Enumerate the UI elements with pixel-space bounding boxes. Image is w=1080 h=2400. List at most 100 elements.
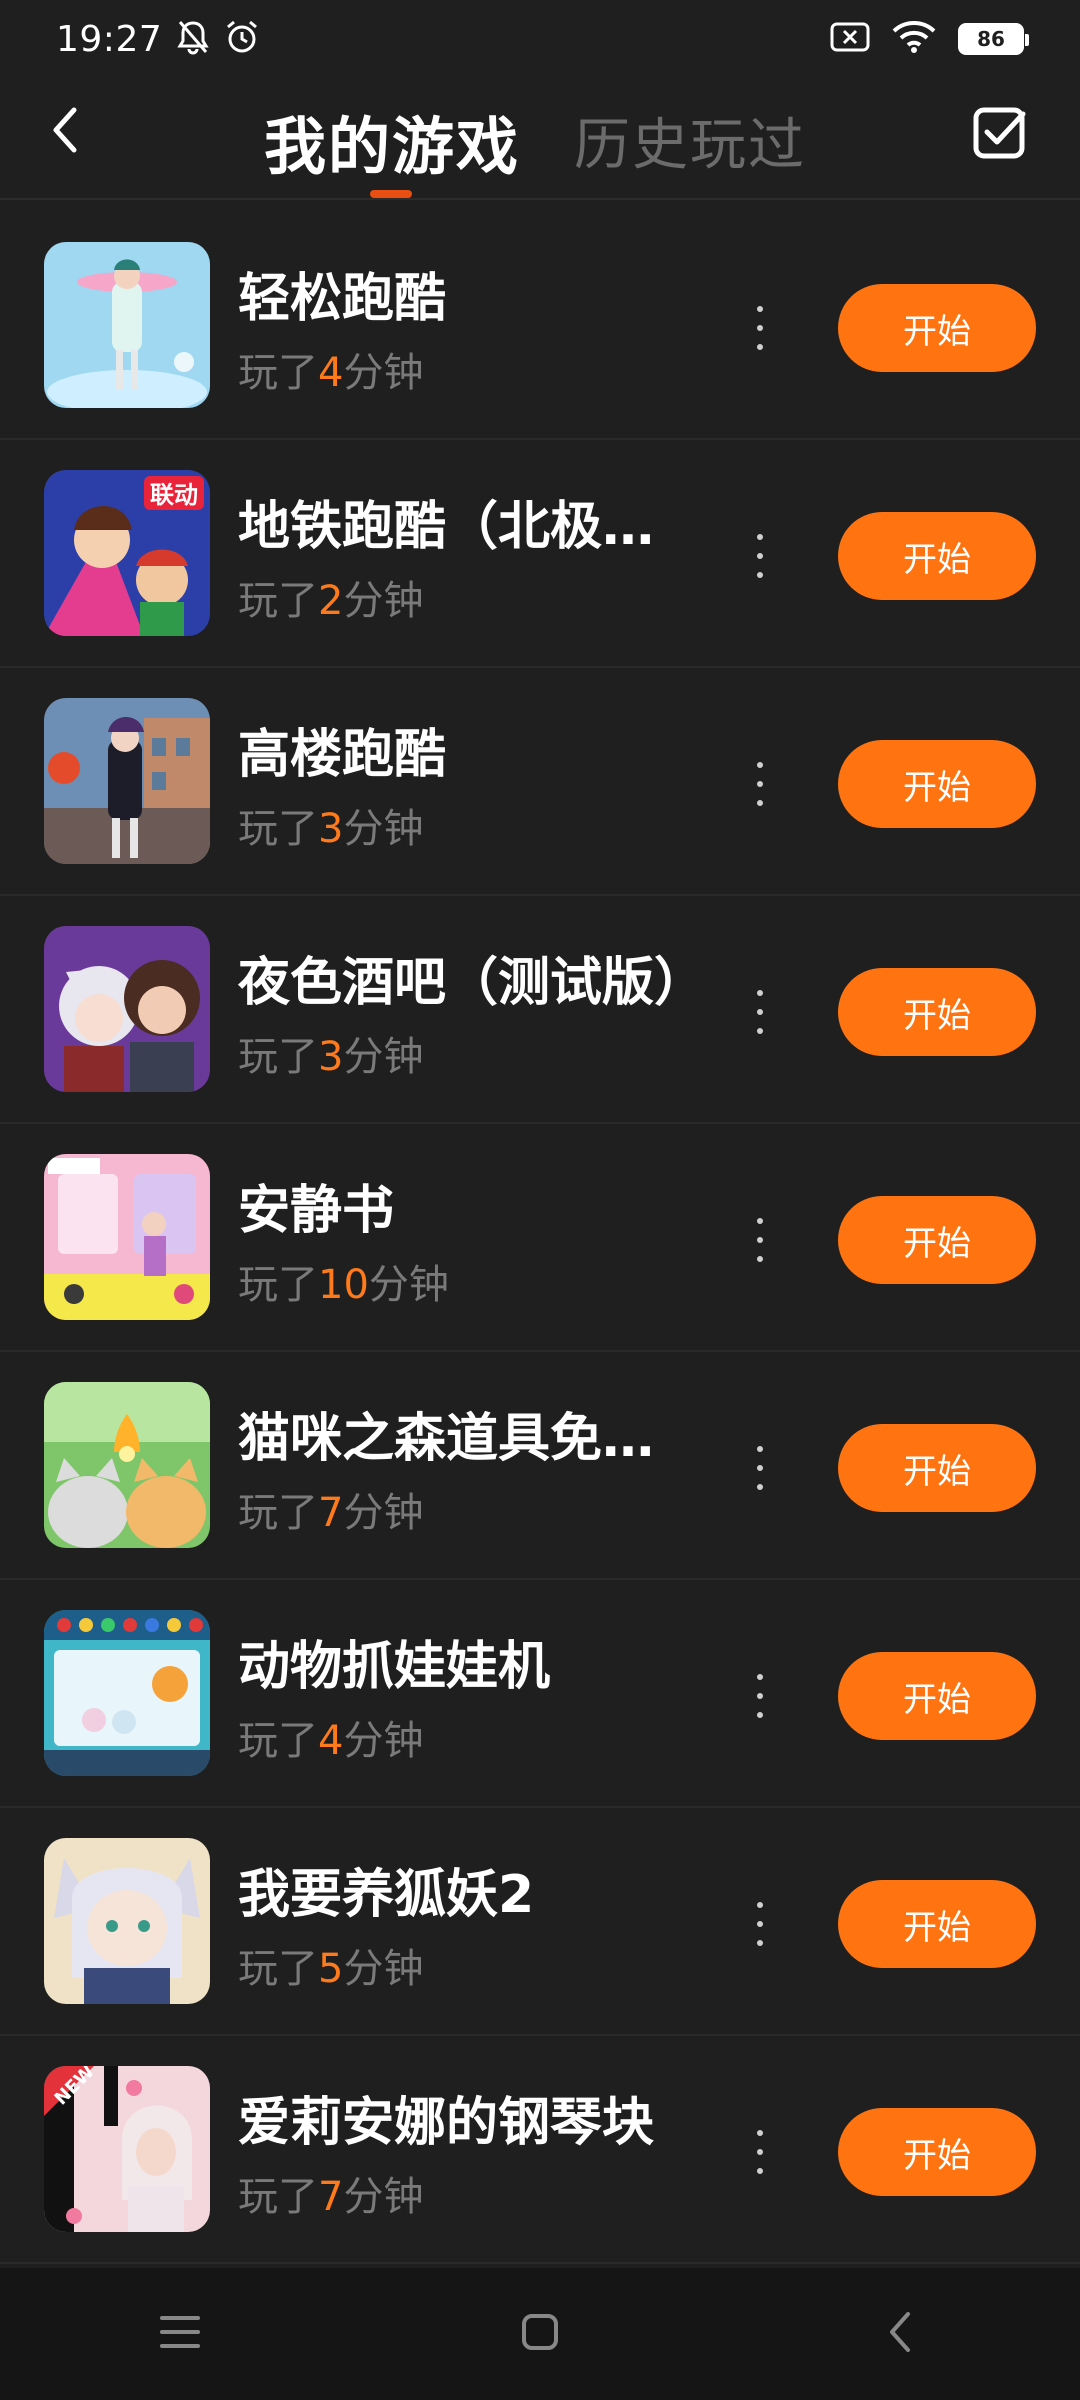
play-time: 玩了4分钟 [238,1708,423,1766]
play-time-prefix: 玩了 [238,350,318,396]
play-time-minutes: 7 [318,2174,344,2220]
play-time-minutes: 3 [318,1034,344,1080]
game-title: 我要养狐妖2 [238,1865,535,1925]
more-options-icon[interactable] [748,1674,772,1718]
more-options-icon[interactable] [748,762,772,806]
game-thumbnail[interactable]: 联动 [44,470,210,636]
game-row[interactable]: 动物抓娃娃机 玩了4分钟 开始 [0,1580,1080,1808]
more-options-icon[interactable] [748,2130,772,2174]
sim-off-icon [830,21,870,57]
play-time-minutes: 5 [318,1946,344,1992]
play-time-prefix: 玩了 [238,2174,318,2220]
alarm-icon [224,19,260,59]
status-time: 19:27 [56,18,163,60]
play-time-minutes: 3 [318,806,344,852]
game-row[interactable]: 联动 地铁跑酷（北极… 玩了2分钟 开始 [0,440,1080,668]
system-navbar [0,2268,1080,2400]
chevron-left-icon [50,106,80,158]
bell-off-icon [176,19,210,59]
battery-icon: 86 [958,23,1029,55]
checkbox-edit-icon [970,107,1030,166]
start-button[interactable]: 开始 [838,1652,1036,1740]
more-options-icon[interactable] [748,1446,772,1490]
game-thumbnail[interactable] [44,242,210,408]
back-button[interactable] [40,102,90,162]
game-list: 轻松跑酷 玩了4分钟 开始 联动 地铁跑酷（北极… 玩了2分钟 开始 高楼跑酷 … [0,200,1080,2264]
play-time: 玩了5分钟 [238,1936,423,1994]
more-options-icon[interactable] [748,1218,772,1262]
game-row[interactable]: 我要养狐妖2 玩了5分钟 开始 [0,1808,1080,2036]
top-header: 我的游戏 历史玩过 [0,78,1080,200]
play-time-prefix: 玩了 [238,1718,318,1764]
play-time: 玩了3分钟 [238,1024,423,1082]
game-row[interactable]: 高楼跑酷 玩了3分钟 开始 [0,668,1080,896]
edit-button[interactable] [970,102,1030,162]
play-time-minutes: 2 [318,578,344,624]
badge-text: 联动 [150,481,198,509]
game-row[interactable]: 轻松跑酷 玩了4分钟 开始 [0,212,1080,440]
start-button[interactable]: 开始 [838,968,1036,1056]
play-time-suffix: 分钟 [368,1262,449,1308]
more-options-icon[interactable] [748,306,772,350]
game-title: 爱莉安娜的钢琴块 [238,2093,655,2153]
play-time-suffix: 分钟 [343,1490,424,1536]
game-thumbnail[interactable] [44,1610,210,1776]
start-button[interactable]: 开始 [838,2108,1036,2196]
play-time-suffix: 分钟 [343,1034,424,1080]
nav-menu-button[interactable] [120,2294,240,2374]
play-time-prefix: 玩了 [238,1946,318,1992]
home-icon [520,2312,560,2356]
game-thumbnail[interactable] [44,1382,210,1548]
menu-icon [158,2314,202,2354]
play-time: 玩了3分钟 [238,796,423,854]
more-options-icon[interactable] [748,990,772,1034]
game-title: 动物抓娃娃机 [238,1637,551,1697]
play-time: 玩了2分钟 [238,568,423,626]
wifi-icon [892,20,936,58]
nav-home-button[interactable] [480,2294,600,2374]
game-title: 猫咪之森道具免… [238,1409,655,1469]
play-time-minutes: 4 [318,1718,344,1764]
status-bar: 19:27 86 [0,0,1080,78]
start-button[interactable]: 开始 [838,1196,1036,1284]
play-time: 玩了7分钟 [238,2164,423,2222]
start-button[interactable]: 开始 [838,284,1036,372]
game-thumbnail[interactable] [44,1838,210,2004]
game-row[interactable]: 安静书 玩了10分钟 开始 [0,1124,1080,1352]
play-time-prefix: 玩了 [238,1262,318,1308]
play-time-suffix: 分钟 [343,578,424,624]
play-time: 玩了4分钟 [238,340,423,398]
game-title: 地铁跑酷（北极… [238,497,655,557]
game-thumbnail[interactable] [44,926,210,1092]
game-row[interactable]: NEW 爱莉安娜的钢琴块 玩了7分钟 开始 [0,2036,1080,2264]
play-time-minutes: 4 [318,350,344,396]
game-thumbnail[interactable]: NEW [44,2066,210,2232]
game-title: 轻松跑酷 [238,269,447,329]
start-button[interactable]: 开始 [838,512,1036,600]
nav-back-button[interactable] [840,2294,960,2374]
game-row[interactable]: 猫咪之森道具免… 玩了7分钟 开始 [0,1352,1080,1580]
back-icon [886,2310,914,2358]
play-time-prefix: 玩了 [238,1490,318,1536]
tab-my-games[interactable]: 我的游戏 [264,96,520,186]
start-button[interactable]: 开始 [838,740,1036,828]
start-button[interactable]: 开始 [838,1424,1036,1512]
start-button[interactable]: 开始 [838,1880,1036,1968]
play-time-suffix: 分钟 [343,1718,424,1764]
game-title: 夜色酒吧（测试版） [238,953,698,1013]
game-title: 安静书 [238,1181,395,1241]
game-row[interactable]: 夜色酒吧（测试版） 玩了3分钟 开始 [0,896,1080,1124]
game-thumbnail[interactable] [44,1154,210,1320]
tab-history[interactable]: 历史玩过 [574,100,806,181]
play-time: 玩了10分钟 [238,1252,449,1310]
play-time-suffix: 分钟 [343,1946,424,1992]
play-time-suffix: 分钟 [343,350,424,396]
play-time-prefix: 玩了 [238,1034,318,1080]
game-title: 高楼跑酷 [238,725,447,785]
play-time-prefix: 玩了 [238,578,318,624]
more-options-icon[interactable] [748,1902,772,1946]
more-options-icon[interactable] [748,534,772,578]
play-time-suffix: 分钟 [343,806,424,852]
game-thumbnail[interactable] [44,698,210,864]
tab-indicator [370,190,412,198]
